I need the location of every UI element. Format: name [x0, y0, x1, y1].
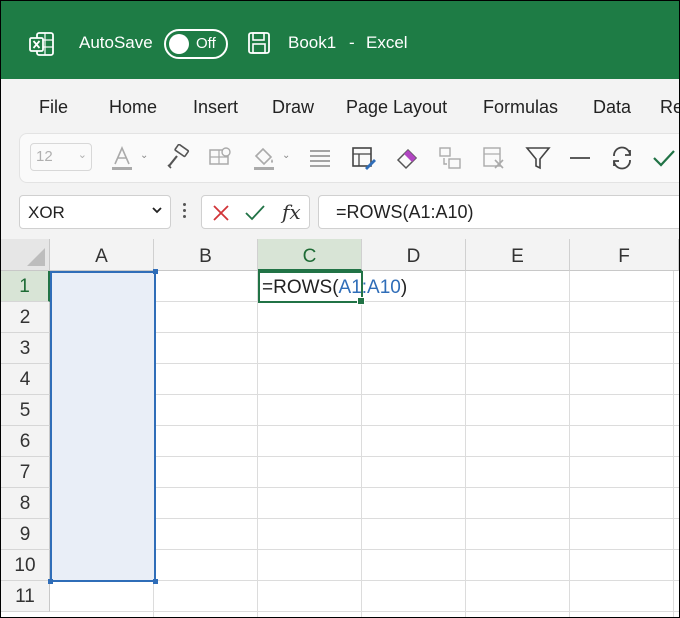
range-handle-top-right[interactable]	[153, 269, 158, 274]
ribbon-toolbar: 12 ⌄ ⌄ ⌄	[19, 133, 679, 183]
range-handle-bottom-right[interactable]	[153, 579, 158, 584]
save-icon[interactable]	[247, 31, 271, 55]
excel-logo-icon	[29, 32, 54, 56]
cell-c1-formula: =ROWS(A1:A10)	[262, 277, 407, 299]
formula-suffix: )	[400, 277, 408, 298]
chevron-down-icon[interactable]: ⌄	[282, 150, 290, 161]
formula-input-value: =ROWS(A1:A10)	[336, 202, 474, 222]
title-separator: -	[349, 33, 355, 52]
formula-prefix: =ROWS(	[262, 277, 339, 298]
chevron-down-icon[interactable]: ⌄	[140, 150, 148, 161]
tab-page-layout[interactable]: Page Layout	[346, 97, 447, 118]
column-header-f[interactable]: F	[570, 239, 679, 271]
column-header-c[interactable]: C	[258, 239, 362, 271]
font-color-icon[interactable]	[108, 144, 136, 172]
app-name: Excel	[366, 33, 408, 52]
name-box[interactable]: XOR	[19, 195, 171, 229]
column-header-d[interactable]: D	[362, 239, 466, 271]
formula-bar: XOR fx =ROWS(A1:A10)	[1, 191, 679, 239]
tab-home[interactable]: Home	[109, 97, 157, 118]
range-highlight-a1-a10	[50, 271, 156, 582]
row-header-9[interactable]: 9	[1, 519, 50, 550]
range-handle-bottom-left[interactable]	[48, 579, 53, 584]
row-header-4[interactable]: 4	[1, 364, 50, 395]
clear-format-icon[interactable]	[394, 144, 422, 172]
autosave-label: AutoSave	[79, 33, 153, 52]
name-box-value: XOR	[28, 203, 65, 222]
cell-styles-icon[interactable]	[206, 144, 234, 172]
spreadsheet-grid: A B C D E F 1 2 3 4 5 6 7 8 9 10 11 =ROW…	[1, 239, 679, 617]
font-size-value: 12	[36, 148, 53, 165]
row-header-11[interactable]: 11	[1, 581, 50, 612]
formula-controls: fx	[201, 195, 310, 229]
tab-file[interactable]: File	[39, 97, 68, 118]
ribbon-area: 12 ⌄ ⌄ ⌄	[1, 129, 679, 191]
row-header-8[interactable]: 8	[1, 488, 50, 519]
autosave-toggle[interactable]: Off	[164, 29, 228, 59]
enter-check-icon[interactable]	[244, 203, 266, 223]
row-header-2[interactable]: 2	[1, 302, 50, 333]
tab-formulas[interactable]: Formulas	[483, 97, 558, 118]
row-header-6[interactable]: 6	[1, 426, 50, 457]
column-header-b[interactable]: B	[154, 239, 258, 271]
format-painter-icon[interactable]	[164, 144, 192, 172]
row-header-5[interactable]: 5	[1, 395, 50, 426]
column-header-e[interactable]: E	[466, 239, 570, 271]
tab-insert[interactable]: Insert	[193, 97, 238, 118]
column-header-a[interactable]: A	[50, 239, 154, 271]
select-all-button[interactable]	[1, 239, 50, 271]
menu-bar: File Home Insert Draw Page Layout Formul…	[1, 79, 679, 129]
delete-cells-icon[interactable]	[480, 144, 508, 172]
tab-review[interactable]: Re	[660, 97, 679, 118]
tab-draw[interactable]: Draw	[272, 97, 314, 118]
check-icon[interactable]	[650, 144, 678, 172]
refresh-icon[interactable]	[608, 144, 636, 172]
tab-data[interactable]: Data	[593, 97, 631, 118]
minus-icon[interactable]	[566, 144, 594, 172]
row-header-1[interactable]: 1	[1, 271, 50, 302]
row-header-10[interactable]: 10	[1, 550, 50, 581]
row-header-7[interactable]: 7	[1, 457, 50, 488]
cancel-icon[interactable]	[211, 203, 231, 223]
title-bar: AutoSave Off Book1 - Excel	[1, 1, 679, 79]
document-name: Book1	[288, 33, 337, 52]
insert-function-button[interactable]: fx	[282, 200, 301, 224]
formula-reference: A1:A10	[338, 277, 401, 298]
align-icon[interactable]	[306, 144, 334, 172]
fill-color-icon[interactable]	[250, 144, 278, 172]
excel-window: AutoSave Off Book1 - Excel File Home Ins…	[0, 0, 680, 618]
transform-icon[interactable]	[436, 144, 464, 172]
chevron-down-icon	[152, 207, 162, 214]
row-header-3[interactable]: 3	[1, 333, 50, 364]
font-size-select[interactable]: 12 ⌄	[30, 143, 92, 171]
more-options-icon[interactable]	[183, 203, 186, 218]
formula-input[interactable]: =ROWS(A1:A10)	[318, 195, 679, 229]
toggle-knob	[169, 34, 189, 54]
conditional-format-icon[interactable]	[350, 144, 378, 172]
select-all-triangle	[27, 248, 45, 266]
toggle-state-label: Off	[196, 35, 216, 52]
chevron-down-icon: ⌄	[77, 149, 87, 161]
filter-icon[interactable]	[524, 144, 552, 172]
